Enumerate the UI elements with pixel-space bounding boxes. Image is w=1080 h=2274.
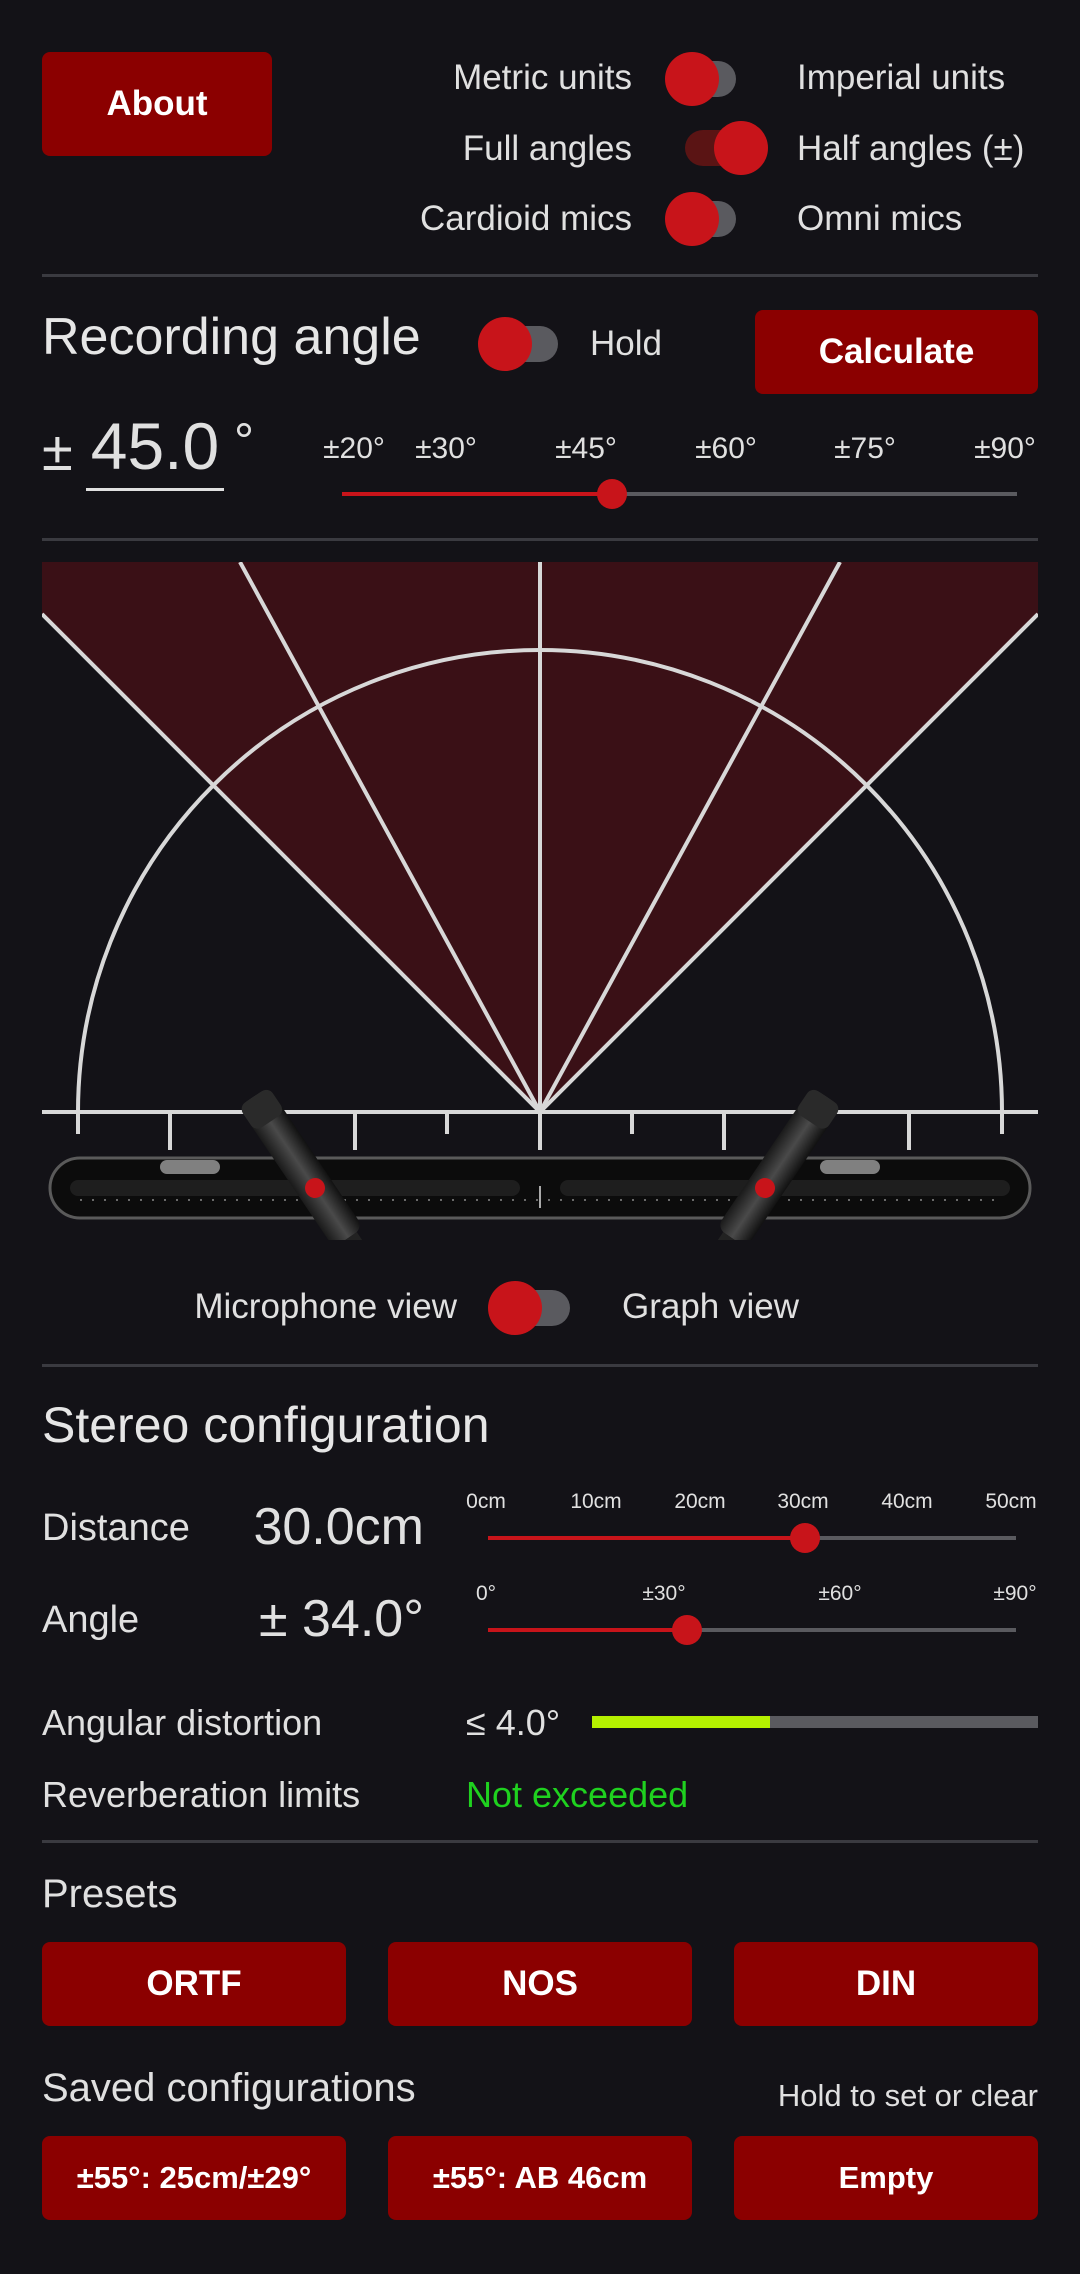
mic-angle-slider[interactable] xyxy=(488,1615,1016,1645)
metric-units-label: Metric units xyxy=(453,58,632,97)
slider-tick-label: 20cm xyxy=(674,1490,726,1513)
distortion-meter xyxy=(592,1716,1038,1728)
slider-tick-label: 40cm xyxy=(881,1490,933,1513)
graph-view-label: Graph view xyxy=(622,1287,800,1326)
omni-mics-label: Omni mics xyxy=(797,199,963,238)
recording-angle-input[interactable]: 45.0 xyxy=(86,408,224,491)
angular-distortion-label: Angular distortion xyxy=(42,1702,323,1743)
angle-label: Angle xyxy=(42,1599,140,1641)
microphone-view-label: Microphone view xyxy=(194,1287,457,1326)
slider-tick-label: ±75° xyxy=(834,432,896,465)
slider-tick-label: ±60° xyxy=(695,432,757,465)
stereo-configuration-title: Stereo configuration xyxy=(42,1397,490,1453)
microphone-diagram xyxy=(42,562,1038,1240)
slider-tick-label: 50cm xyxy=(985,1490,1037,1513)
reverberation-limits-label: Reverberation limits xyxy=(42,1774,361,1815)
divider xyxy=(42,538,1038,541)
about-button[interactable]: About xyxy=(42,52,272,156)
slider-tick-label: 10cm xyxy=(570,1490,622,1513)
slider-tick-label: 0° xyxy=(475,1582,497,1605)
presets-title: Presets xyxy=(42,1872,178,1916)
angle-value: ± 34.0° xyxy=(259,1590,424,1648)
saved-configurations-title: Saved configurations xyxy=(42,2066,416,2110)
imperial-units-label: Imperial units xyxy=(797,58,1006,97)
distance-label: Distance xyxy=(42,1507,190,1549)
slider-tick-label: ±90° xyxy=(993,1582,1037,1605)
preset-ortf-button[interactable]: ORTF xyxy=(42,1942,346,2026)
slider-tick-label: ±45° xyxy=(555,432,617,465)
saved-config-3-button[interactable]: Empty xyxy=(734,2136,1038,2220)
distance-slider[interactable] xyxy=(488,1523,1016,1553)
slider-tick-label: ±60° xyxy=(818,1582,862,1605)
saved-config-2-button[interactable]: ±55°: AB 46cm xyxy=(388,2136,692,2220)
slider-tick-label: 0cm xyxy=(466,1490,506,1513)
slider-tick-label: ±30° xyxy=(642,1582,686,1605)
slider-thumb[interactable] xyxy=(672,1615,702,1645)
slider-thumb[interactable] xyxy=(597,479,627,509)
preset-nos-button[interactable]: NOS xyxy=(388,1942,692,2026)
hold-label: Hold xyxy=(590,324,662,363)
divider xyxy=(42,1840,1038,1843)
angle-unit: ° xyxy=(234,413,254,469)
divider xyxy=(42,1364,1038,1367)
angle-prefix: ± xyxy=(42,419,73,482)
slider-tick-label: ±30° xyxy=(415,432,477,465)
preset-din-button[interactable]: DIN xyxy=(734,1942,1038,2026)
reverberation-status: Not exceeded xyxy=(466,1774,689,1815)
saved-config-1-button[interactable]: ±55°: 25cm/±29° xyxy=(42,2136,346,2220)
slider-tick-label: ±90° xyxy=(974,432,1036,465)
half-angles-label: Half angles (±) xyxy=(797,129,1025,168)
saved-hint: Hold to set or clear xyxy=(777,2078,1038,2113)
slider-tick-label: ±20° xyxy=(323,432,385,465)
calculate-button[interactable]: Calculate xyxy=(755,310,1038,394)
recording-angle-title: Recording angle xyxy=(42,308,421,366)
distance-value: 30.0cm xyxy=(253,1498,424,1556)
slider-tick-label: 30cm xyxy=(777,1490,829,1513)
cardioid-mics-label: Cardioid mics xyxy=(420,199,632,238)
slider-thumb[interactable] xyxy=(790,1523,820,1553)
recording-angle-slider[interactable] xyxy=(342,479,1017,509)
full-angles-label: Full angles xyxy=(462,129,632,168)
angular-distortion-value: ≤ 4.0° xyxy=(466,1702,561,1743)
divider xyxy=(42,274,1038,277)
